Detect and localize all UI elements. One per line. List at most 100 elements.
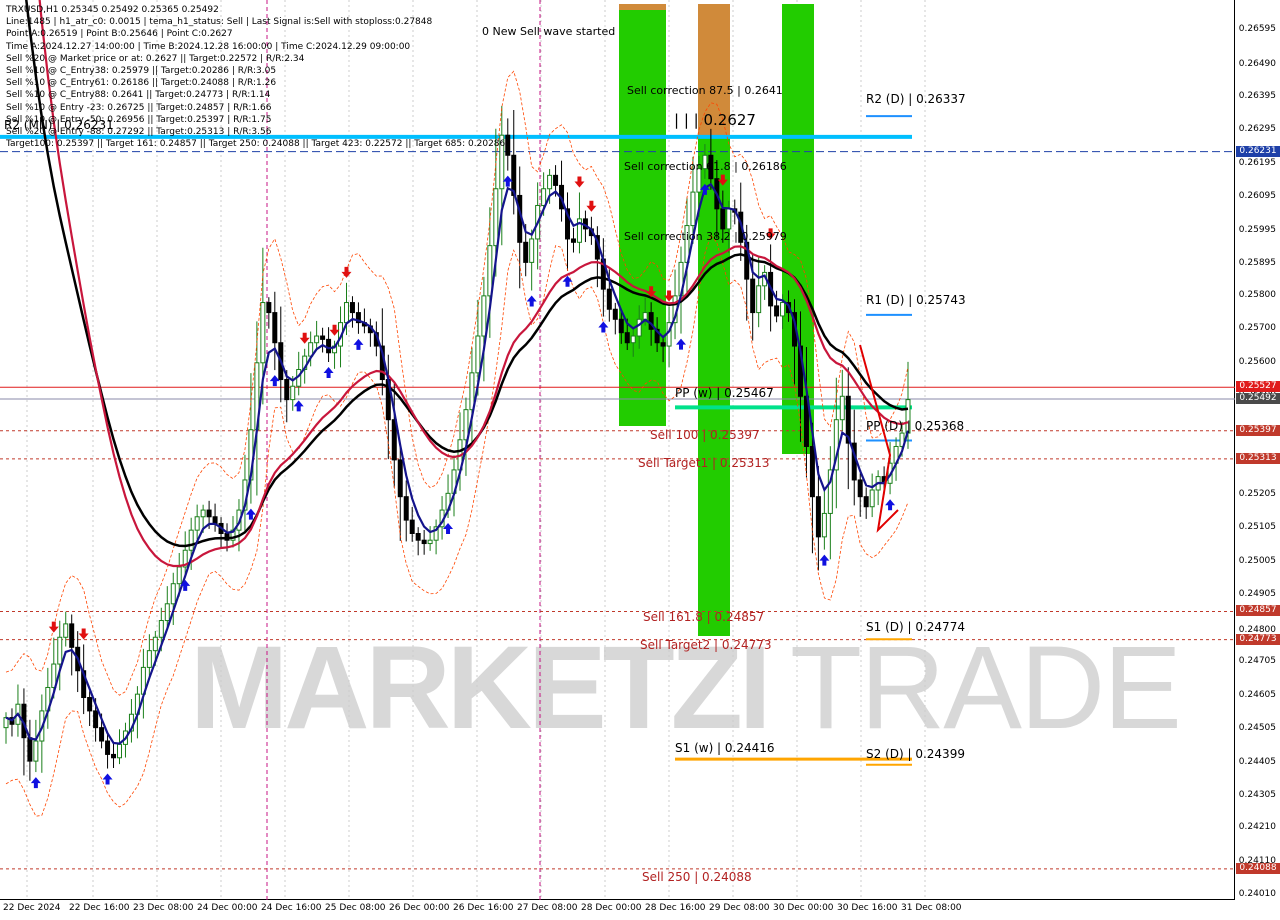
buy-arrow-icon <box>885 499 896 511</box>
price-tick-label: 0.24505 <box>1238 723 1276 734</box>
candle-bear <box>111 753 117 759</box>
candle-bull <box>529 238 535 263</box>
label-sell-target1: Sell Target1 | 0.25313 <box>638 456 770 470</box>
price-tick-label: 0.25600 <box>1238 356 1276 367</box>
price-tick-label: 0.26395 <box>1238 90 1276 101</box>
info-line: Time A:2024.12.27 14:00:00 | Time B:2024… <box>6 41 411 52</box>
candle-bear <box>349 302 355 314</box>
candle-bear <box>93 710 99 729</box>
time-tick-label: 24 Dec 00:00 <box>197 903 258 913</box>
zone-green-1 <box>619 4 666 426</box>
sell-arrow-icon <box>299 332 310 344</box>
candle-bull <box>839 395 845 421</box>
candle-bear <box>105 740 111 755</box>
candle-bull <box>690 191 696 227</box>
candle-bull <box>260 302 266 364</box>
info-line: Sell %20 @ Market price or at: 0.2627 ||… <box>6 53 305 64</box>
label-corr-382: Sell correction 38.2 | 0.25979 <box>624 230 787 243</box>
candle-bear <box>272 312 278 344</box>
candle-bear <box>69 623 75 648</box>
candle-bear <box>815 496 821 538</box>
candle-bear <box>606 288 612 310</box>
time-tick-label: 27 Dec 08:00 <box>517 903 578 913</box>
candle-bull <box>33 740 39 762</box>
info-line: TRXUSD,H1 0.25345 0.25492 0.25365 0.2549… <box>6 5 219 15</box>
price-badge: 0.25527 <box>1236 381 1280 393</box>
time-tick-label: 30 Dec 00:00 <box>773 903 834 913</box>
price-tick-label: 0.25800 <box>1238 289 1276 300</box>
candle-bull <box>164 603 170 622</box>
label-s1-w: S1 (w) | 0.24416 <box>675 741 775 755</box>
candle-bear <box>720 208 726 230</box>
chart-area[interactable]: MARKETZI TRADE TRXUSD,H1 0.25345 0.25492… <box>0 0 1235 900</box>
candle-bull <box>200 509 206 518</box>
candle-bear <box>612 308 618 320</box>
candle-bear <box>618 318 624 334</box>
candle-bull <box>821 512 827 538</box>
candle-bear <box>206 509 212 518</box>
candle-bull <box>176 566 182 585</box>
label-corr-618: Sell correction 61.8 | 0.26186 <box>624 160 787 173</box>
buy-arrow-icon <box>819 554 830 566</box>
candle-bull <box>427 539 433 545</box>
candle-bull <box>63 623 69 638</box>
price-badge: 0.26231 <box>1236 145 1280 157</box>
sell-arrow-icon <box>341 266 352 278</box>
time-tick-label: 26 Dec 00:00 <box>389 903 450 913</box>
price-tick-label: 0.26095 <box>1238 191 1276 202</box>
candle-bull <box>630 335 636 344</box>
price-tick-label: 0.24705 <box>1238 656 1276 667</box>
envelope-lower <box>5 234 909 817</box>
sell-arrow-icon <box>48 621 59 633</box>
candle-bear <box>326 338 332 354</box>
candle-bear <box>87 697 93 712</box>
candle-bull <box>547 174 553 190</box>
info-line: Line:1485 | h1_atr_c0: 0.0015 | tema_h1_… <box>6 17 433 28</box>
candle-bear <box>284 379 290 401</box>
price-tick-label: 0.24210 <box>1238 822 1276 833</box>
candle-bear <box>553 174 559 186</box>
candle-bear <box>570 238 576 243</box>
candle-bull <box>152 636 158 652</box>
candle-bull <box>146 650 152 668</box>
candle-bull <box>642 312 648 320</box>
label-pp-w: PP (w) | 0.25467 <box>675 386 774 400</box>
candle-bull <box>290 385 296 401</box>
time-tick-label: 22 Dec 2024 <box>3 903 61 913</box>
time-tick-label: 28 Dec 16:00 <box>645 903 706 913</box>
time-tick-label: 29 Dec 08:00 <box>709 903 770 913</box>
price-tick-label: 0.26195 <box>1238 157 1276 168</box>
candle-bear <box>409 519 415 535</box>
time-tick-label: 24 Dec 16:00 <box>261 903 322 913</box>
time-tick-label: 28 Dec 00:00 <box>581 903 642 913</box>
price-tick-label: 0.25700 <box>1238 323 1276 334</box>
sell-arrow-icon <box>574 176 585 188</box>
time-tick-label: 30 Dec 16:00 <box>837 903 898 913</box>
candle-bear <box>809 445 815 498</box>
candle-bull <box>636 318 642 337</box>
candle-bull <box>170 583 176 605</box>
buy-arrow-icon <box>102 773 113 785</box>
candle-bear <box>774 305 780 317</box>
buy-arrow-icon <box>30 777 41 789</box>
point-c-label: | | | 0.2627 <box>674 111 756 129</box>
candle-bull <box>158 620 164 638</box>
buy-arrow-icon <box>323 367 334 379</box>
candle-bear <box>750 278 756 314</box>
candle-bear <box>421 539 427 545</box>
info-line: Sell %10 @ C_Entry88: 0.2641 || Target:0… <box>6 90 271 101</box>
price-tick-label: 0.25895 <box>1238 258 1276 269</box>
candle-bull <box>493 188 499 247</box>
label-sell-161: Sell 161.8 | 0.24857 <box>643 610 765 624</box>
price-axis: 0.26595 0.26490 0.26395 0.26295 0.26195 0.260… <box>1236 0 1280 920</box>
price-tick-label: 0.25995 <box>1238 224 1276 235</box>
label-s1-d: S1 (D) | 0.24774 <box>866 620 965 634</box>
info-line: Sell %10 @ C_Entry38: 0.25979 || Target:… <box>6 66 277 77</box>
price-badge: 0.25492 <box>1236 392 1280 404</box>
candle-bull <box>314 335 320 344</box>
label-r2-d: R2 (D) | 0.26337 <box>866 92 966 106</box>
label-corr-875: Sell correction 87.5 | 0.2641 <box>627 84 783 97</box>
buy-arrow-icon <box>353 338 364 350</box>
candle-bull <box>869 489 875 508</box>
candle-bull <box>541 188 547 206</box>
